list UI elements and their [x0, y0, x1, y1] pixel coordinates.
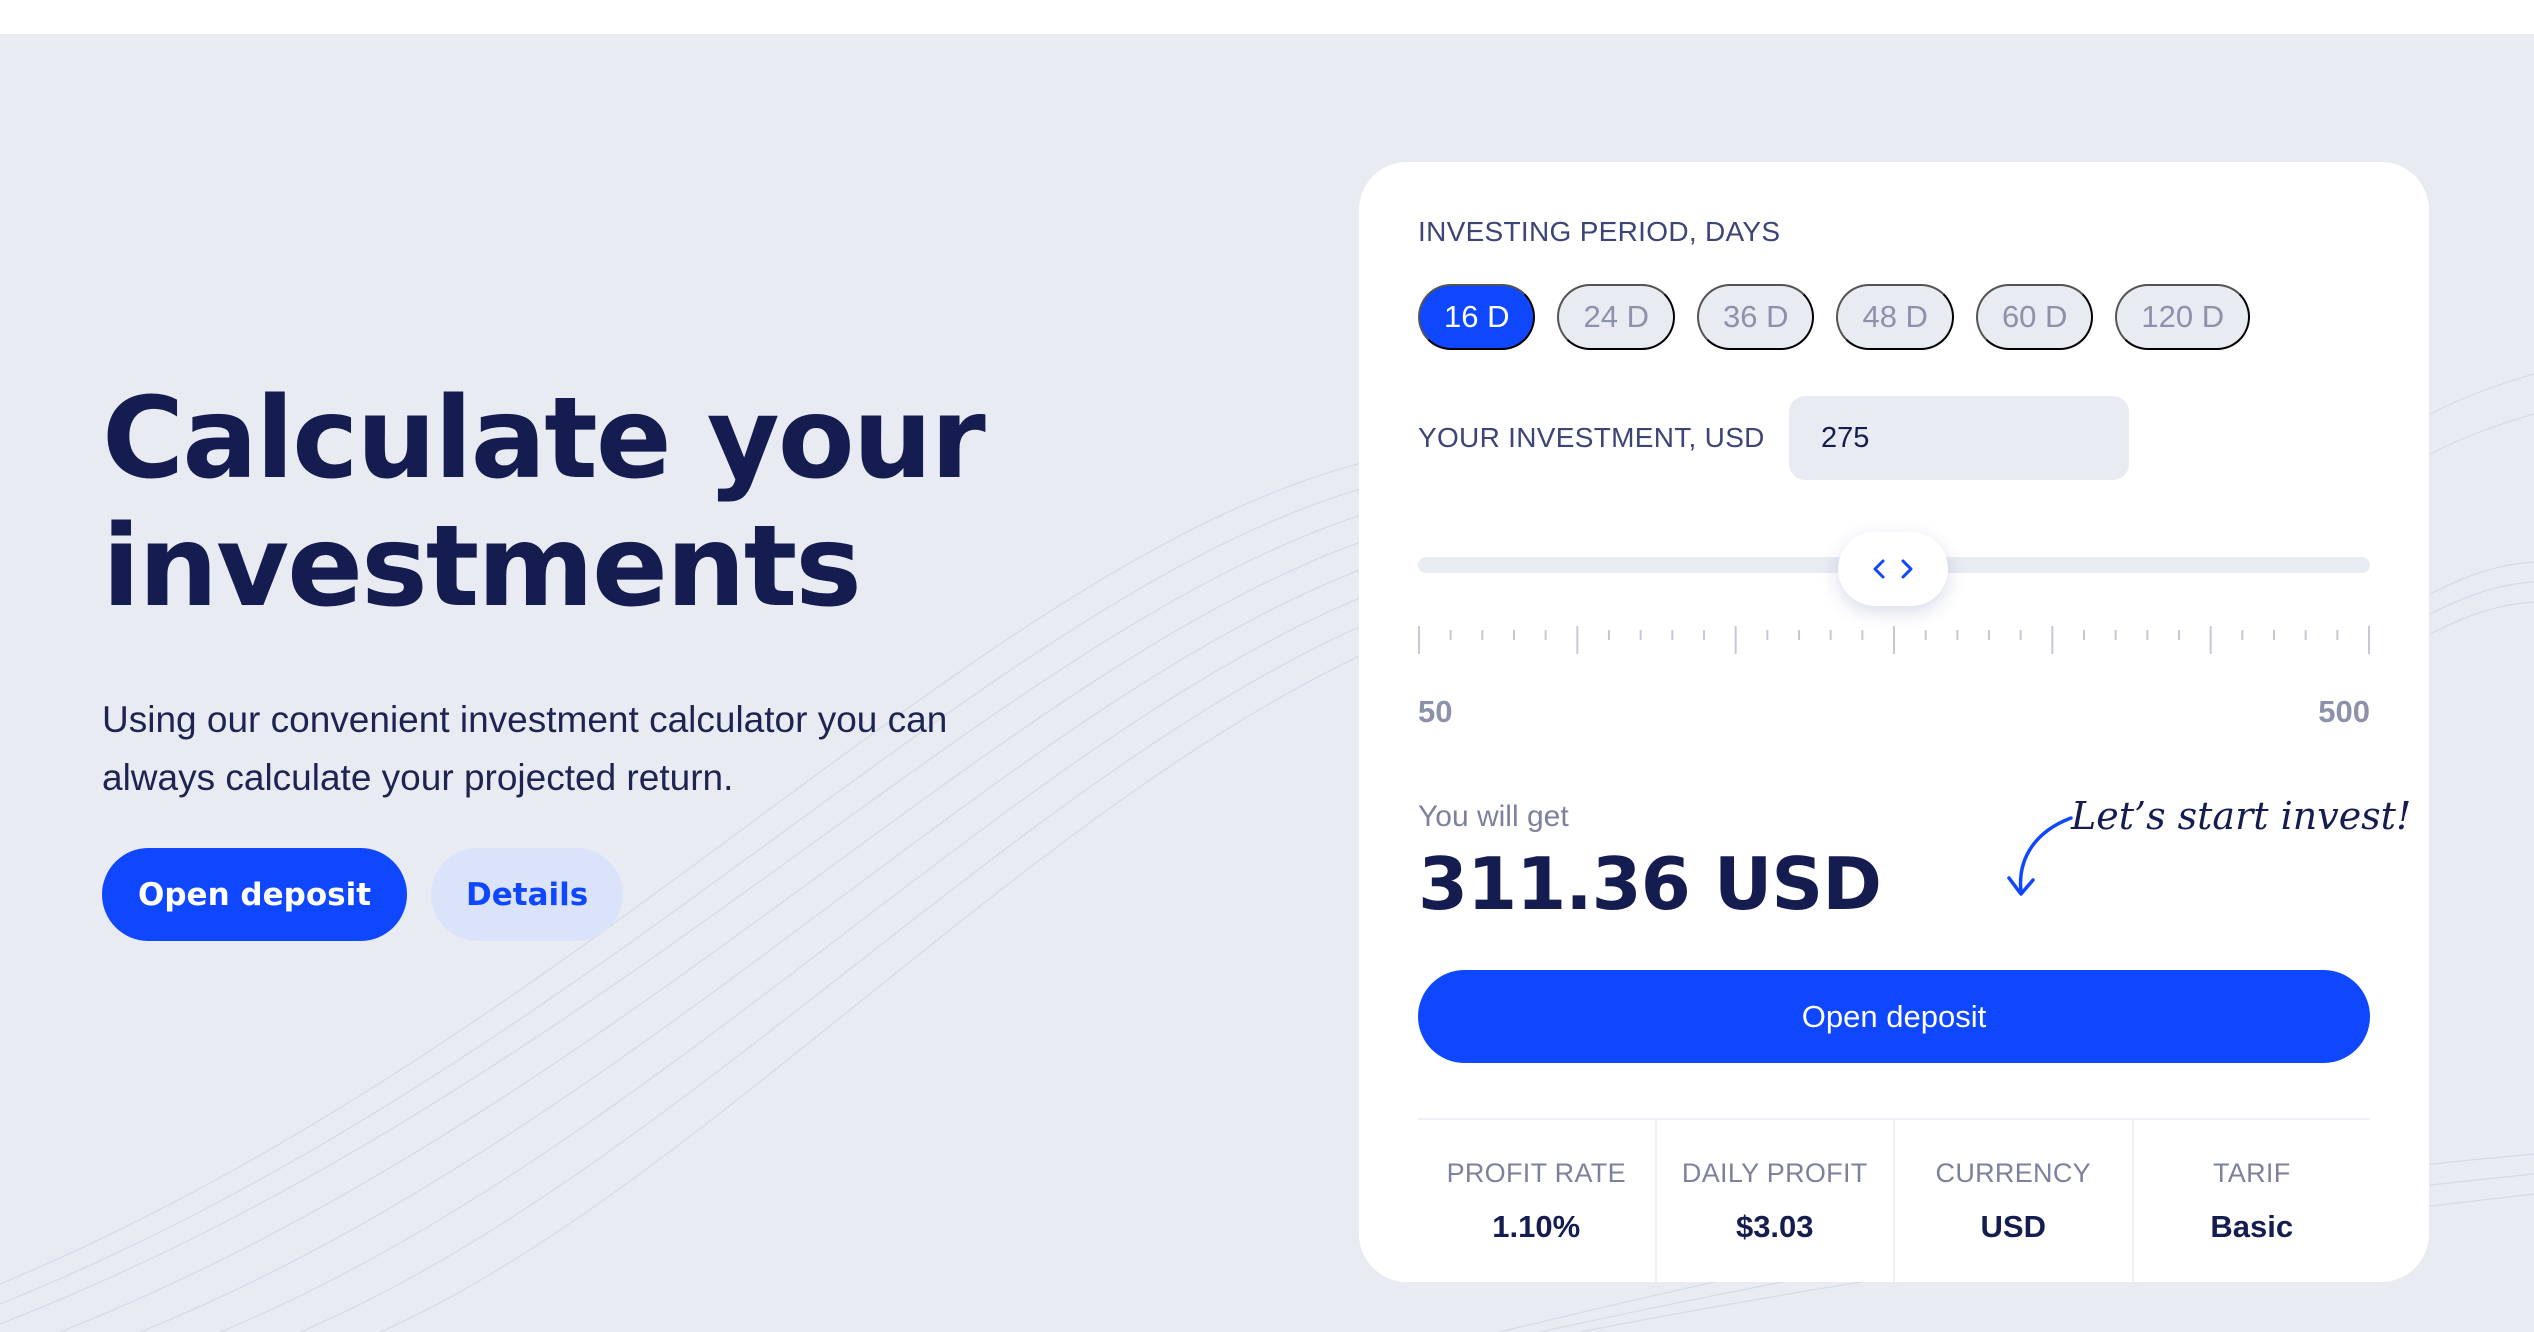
period-chips: 16 D 24 D 36 D 48 D 60 D 120 D	[1418, 284, 2251, 350]
hero-buttons: Open deposit Details	[102, 848, 624, 941]
investment-label: YOUR INVESTMENT, USD	[1418, 422, 1765, 453]
period-chip-60d[interactable]: 60 D	[1975, 284, 2094, 350]
curved-arrow-icon	[2007, 816, 2073, 896]
stat-label: DAILY PROFIT	[1681, 1158, 1868, 1188]
stat-value: USD	[1980, 1209, 2046, 1244]
cta-handwritten-note: Let’s start invest!	[2071, 794, 2412, 838]
top-header-bar	[0, 0, 2534, 34]
period-chip-16d[interactable]: 16 D	[1418, 284, 1536, 350]
hero-description-line1: Using our convenient investment calculat…	[102, 699, 948, 740]
open-deposit-button[interactable]: Open deposit	[102, 848, 408, 941]
investment-amount-input[interactable]: 275	[1789, 396, 2129, 480]
period-chip-36d[interactable]: 36 D	[1696, 284, 1815, 350]
period-chip-120d[interactable]: 120 D	[2115, 284, 2251, 350]
result-value: 311.36 USD	[1418, 842, 1882, 926]
stat-label: PROFIT RATE	[1446, 1158, 1626, 1188]
hero-section: Calculate your investments Using our con…	[102, 375, 1102, 807]
stat-profit-rate: PROFIT RATE 1.10%	[1418, 1120, 1655, 1282]
period-chip-24d[interactable]: 24 D	[1557, 284, 1675, 350]
stat-label: CURRENCY	[1935, 1158, 2091, 1188]
stat-label: TARIF	[2213, 1158, 2291, 1188]
stats-row: PROFIT RATE 1.10% DAILY PROFIT $3.03 CUR…	[1418, 1118, 2370, 1282]
investment-slider-thumb[interactable]	[1838, 532, 1948, 606]
stat-tarif: TARIF Basic	[2131, 1120, 2371, 1282]
investment-calculator-card: INVESTING PERIOD, DAYS 16 D 24 D 36 D 48…	[1359, 162, 2429, 1282]
slider-max-label: 500	[2318, 694, 2370, 729]
stat-currency: CURRENCY USD	[1893, 1120, 2132, 1282]
details-button[interactable]: Details	[431, 848, 624, 941]
hero-title-line1: Calculate your	[102, 374, 986, 504]
hero-title-line2: investments	[102, 502, 862, 632]
stat-daily-profit: DAILY PROFIT $3.03	[1654, 1120, 1894, 1282]
chevron-left-icon	[1873, 559, 1885, 579]
chevron-right-icon	[1901, 559, 1913, 579]
slider-min-label: 50	[1418, 694, 1453, 729]
stat-value: $3.03	[1735, 1209, 1814, 1244]
result-label: You will get	[1418, 800, 1569, 833]
investing-period-label: INVESTING PERIOD, DAYS	[1418, 216, 1781, 247]
hero-description: Using our convenient investment calculat…	[102, 691, 1042, 807]
slider-ticks	[1418, 626, 2370, 654]
hero-description-line2: always calculate your projected return.	[102, 757, 734, 798]
period-chip-48d[interactable]: 48 D	[1836, 284, 1954, 350]
card-open-deposit-button[interactable]: Open deposit	[1418, 970, 2370, 1063]
hero-title: Calculate your investments	[102, 375, 1102, 631]
stat-value: Basic	[2210, 1209, 2294, 1244]
stat-value: 1.10%	[1492, 1209, 1581, 1244]
